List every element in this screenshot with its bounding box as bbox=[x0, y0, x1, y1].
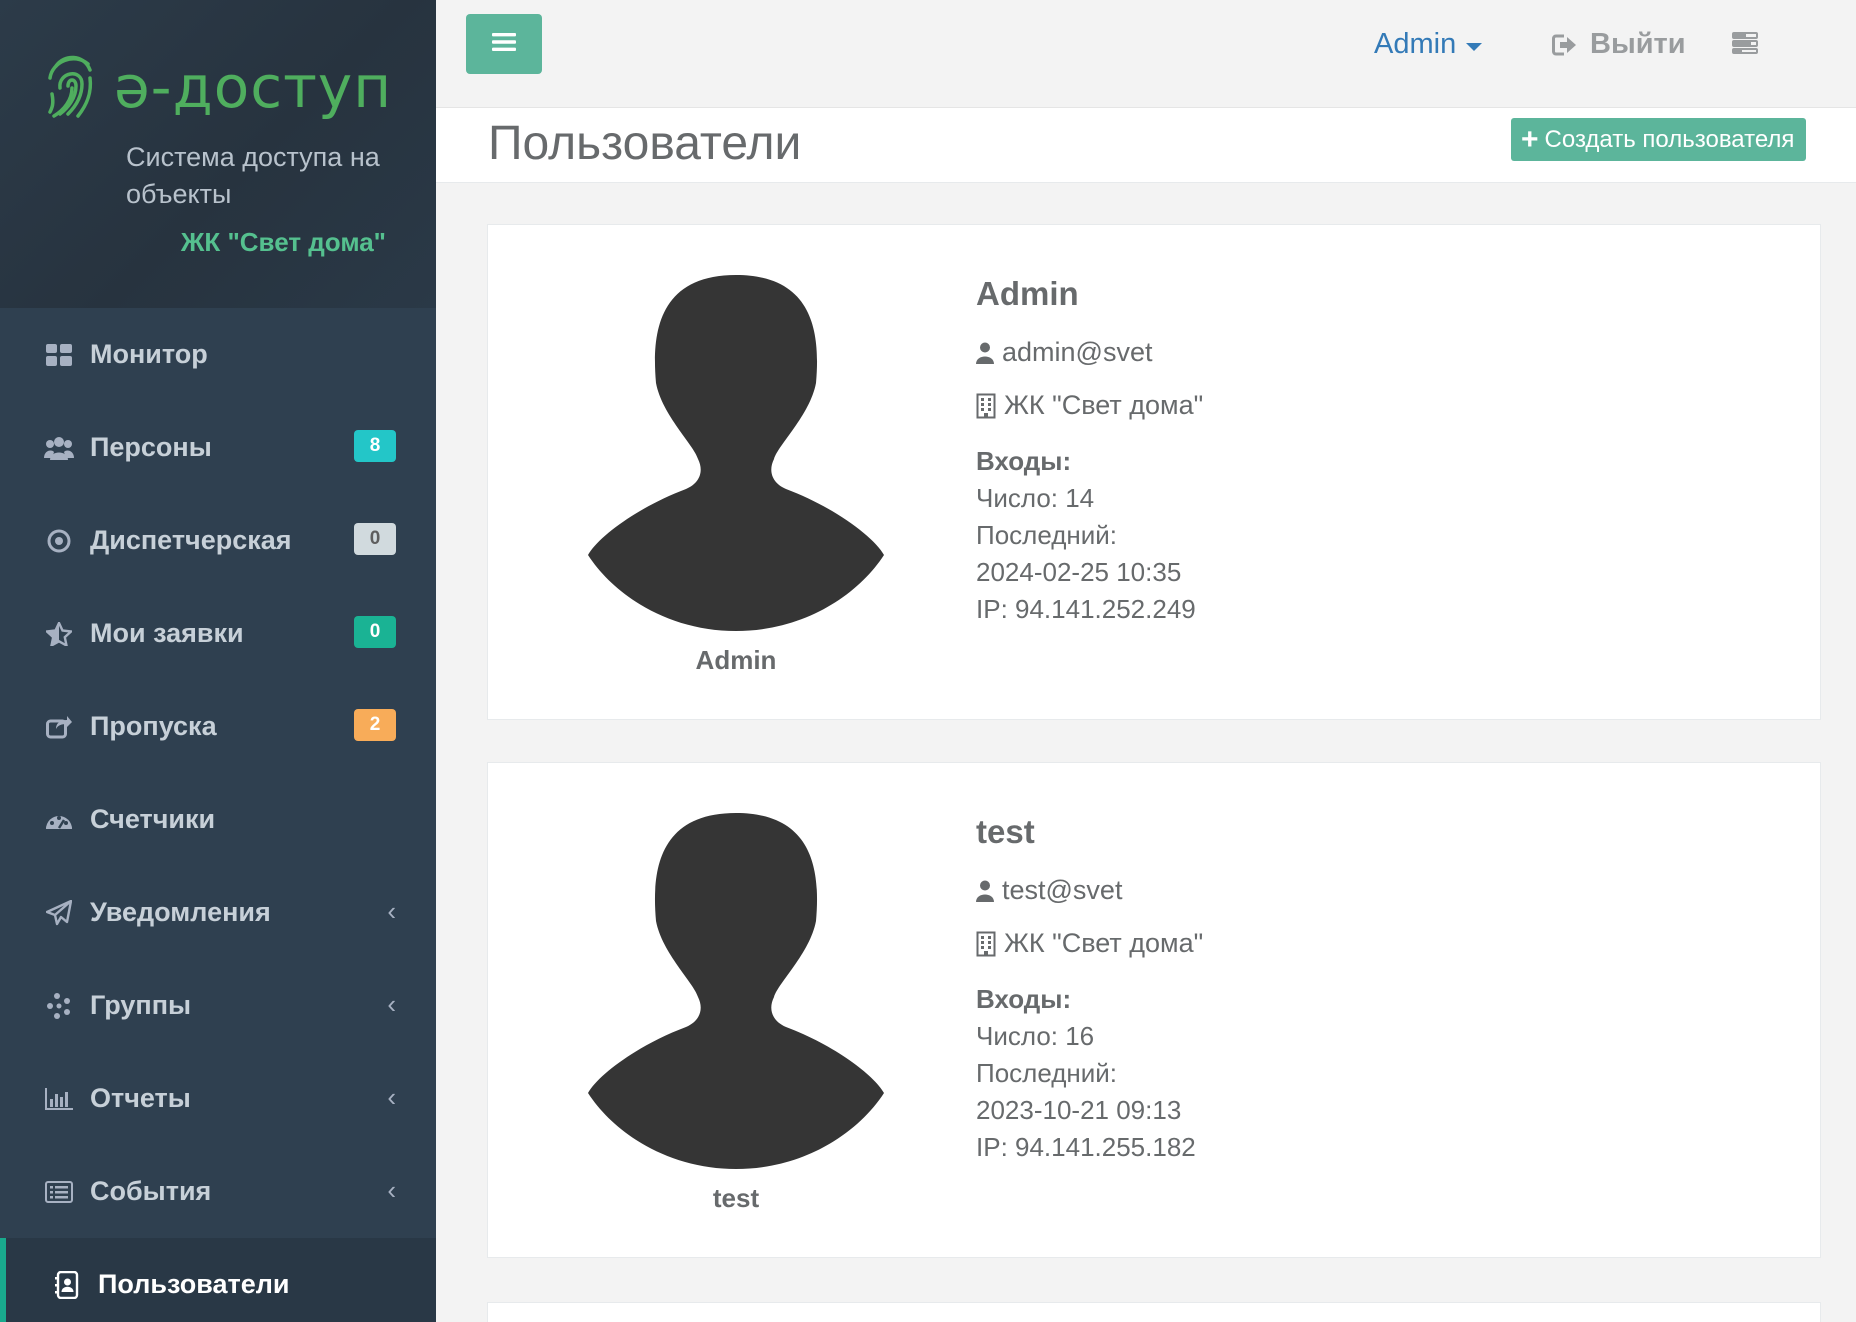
user-login-row: test@svet bbox=[976, 875, 1203, 906]
sidebar-item-counters[interactable]: Счетчики bbox=[0, 773, 436, 866]
brand-header: ә-доступ Система доступа на объекты ЖК "… bbox=[0, 0, 436, 308]
page-title: Пользователи bbox=[488, 117, 802, 170]
sidebar-item-label: События bbox=[90, 1176, 212, 1206]
sidebar-item-label: Счетчики bbox=[90, 804, 216, 834]
brand-logo-text: ә-доступ bbox=[114, 52, 393, 121]
chevron-left-icon: ‹ bbox=[387, 1082, 396, 1112]
create-user-button[interactable]: + Создать пользователя bbox=[1511, 118, 1807, 161]
fingerprint-logo-icon bbox=[44, 48, 100, 125]
building-icon bbox=[976, 393, 996, 419]
sidebar-item-notifications[interactable]: Уведомления ‹ bbox=[0, 866, 436, 959]
user-org-row: ЖК "Свет дома" bbox=[976, 928, 1203, 959]
user-dropdown[interactable]: Admin bbox=[1374, 28, 1483, 61]
last-login-ip: IP: 94.141.252.249 bbox=[976, 594, 1196, 624]
sidebar-item-my-requests[interactable]: Мои заявки 0 bbox=[0, 587, 436, 680]
sidebar-item-reports[interactable]: Отчеты ‹ bbox=[0, 1052, 436, 1145]
sidebar-item-label: Группы bbox=[90, 990, 192, 1020]
sidebar-item-groups[interactable]: Группы ‹ bbox=[0, 959, 436, 1052]
persons-count-badge: 8 bbox=[354, 430, 396, 462]
user-login: admin@svet bbox=[1002, 337, 1153, 367]
sidebar-item-persons[interactable]: Персоны 8 bbox=[0, 401, 436, 494]
sidebar-item-label: Персоны bbox=[90, 432, 212, 462]
sign-out-icon bbox=[1552, 34, 1578, 56]
tasks-toggle[interactable] bbox=[1732, 32, 1758, 59]
passes-count-badge: 2 bbox=[354, 709, 396, 741]
requests-count-badge: 0 bbox=[354, 616, 396, 648]
chevron-left-icon: ‹ bbox=[387, 896, 396, 926]
avatar-caption: Admin bbox=[695, 645, 777, 675]
user-info: Admin admin@svet ЖК "Свет дома" Входы: Ч… bbox=[976, 275, 1203, 628]
user-icon bbox=[976, 880, 994, 902]
brand-org: ЖК "Свет дома" bbox=[180, 227, 386, 257]
user-card bbox=[487, 1302, 1821, 1322]
plus-icon: + bbox=[1521, 122, 1539, 156]
sidebar-item-label: Диспетчерская bbox=[90, 525, 292, 555]
hamburger-icon bbox=[492, 32, 516, 57]
user-org: ЖК "Свет дома" bbox=[1004, 390, 1204, 420]
logins-count: Число: 16 bbox=[976, 1021, 1095, 1051]
logins-heading: Входы: bbox=[976, 446, 1072, 476]
avatar-caption: test bbox=[712, 1183, 760, 1213]
list-icon bbox=[44, 1177, 74, 1207]
tasks-icon bbox=[1732, 32, 1758, 58]
top-navbar: Admin Выйти bbox=[436, 0, 1856, 108]
last-login-date: 2024-02-25 10:35 bbox=[976, 557, 1182, 587]
sidebar-item-label: Уведомления bbox=[90, 897, 271, 927]
last-login-label: Последний: bbox=[976, 520, 1118, 550]
user-login-row: admin@svet bbox=[976, 337, 1203, 368]
paper-plane-icon bbox=[44, 898, 74, 928]
sidebar-item-monitor[interactable]: Монитор bbox=[0, 308, 436, 401]
dispatch-count-badge: 0 bbox=[354, 523, 396, 555]
logout-link[interactable]: Выйти bbox=[1552, 28, 1686, 61]
sidebar-item-users[interactable]: Пользователи bbox=[0, 1238, 436, 1322]
user-avatar[interactable] bbox=[588, 275, 884, 631]
sidebar-item-label: Пропуска bbox=[90, 711, 217, 741]
logins-heading: Входы: bbox=[976, 984, 1072, 1014]
logout-label: Выйти bbox=[1590, 28, 1686, 60]
sidebar-item-label: Мои заявки bbox=[90, 618, 244, 648]
user-dropdown-label: Admin bbox=[1374, 28, 1457, 60]
user-login: test@svet bbox=[1002, 875, 1123, 905]
chevron-left-icon: ‹ bbox=[387, 1175, 396, 1205]
dashboard-icon bbox=[44, 340, 74, 370]
sidebar-item-dispatch[interactable]: Диспетчерская 0 bbox=[0, 494, 436, 587]
building-icon bbox=[976, 931, 996, 957]
sidebar-item-passes[interactable]: Пропуска 2 bbox=[0, 680, 436, 773]
user-avatar[interactable] bbox=[588, 813, 884, 1169]
bar-chart-icon bbox=[44, 1084, 74, 1114]
sidebar-item-label: Отчеты bbox=[90, 1083, 191, 1113]
users-icon bbox=[44, 433, 74, 463]
star-icon bbox=[44, 619, 74, 649]
user-card: Admin Admin admin@svet ЖК "Свет дома" Вх… bbox=[487, 224, 1821, 720]
user-org-row: ЖК "Свет дома" bbox=[976, 390, 1203, 421]
user-card: test test test@svet ЖК "Свет дома" Входы… bbox=[487, 762, 1821, 1258]
page-heading: Пользователи + Создать пользователя bbox=[436, 108, 1856, 183]
caret-down-icon bbox=[1466, 42, 1483, 51]
sidebar-item-label: Монитор bbox=[90, 339, 208, 369]
sidebar-item-label: Пользователи bbox=[98, 1269, 290, 1299]
brand-subtitle: Система доступа на объекты bbox=[126, 142, 380, 209]
user-name: Admin bbox=[976, 275, 1079, 312]
sidebar-toggle-button[interactable] bbox=[466, 14, 542, 74]
last-login-label: Последний: bbox=[976, 1058, 1118, 1088]
sidebar: ә-доступ Система доступа на объекты ЖК "… bbox=[0, 0, 436, 1322]
chevron-left-icon: ‹ bbox=[387, 989, 396, 1019]
user-org: ЖК "Свет дома" bbox=[1004, 928, 1204, 958]
last-login-ip: IP: 94.141.255.182 bbox=[976, 1132, 1196, 1162]
user-name: test bbox=[976, 813, 1035, 850]
address-book-icon bbox=[52, 1270, 82, 1300]
asterisk-icon bbox=[44, 991, 74, 1021]
last-login-date: 2023-10-21 09:13 bbox=[976, 1095, 1182, 1125]
logins-count: Число: 14 bbox=[976, 483, 1095, 513]
user-icon bbox=[976, 342, 994, 364]
create-user-label: Создать пользователя bbox=[1544, 125, 1795, 153]
gauge-icon bbox=[44, 805, 74, 835]
target-icon bbox=[44, 526, 74, 556]
share-icon bbox=[44, 712, 74, 742]
user-info: test test@svet ЖК "Свет дома" Входы: Чис… bbox=[976, 813, 1203, 1166]
sidebar-nav: Монитор Персоны 8 Диспетчерская 0 Мои за… bbox=[0, 308, 436, 1322]
sidebar-item-events[interactable]: События ‹ bbox=[0, 1145, 436, 1238]
